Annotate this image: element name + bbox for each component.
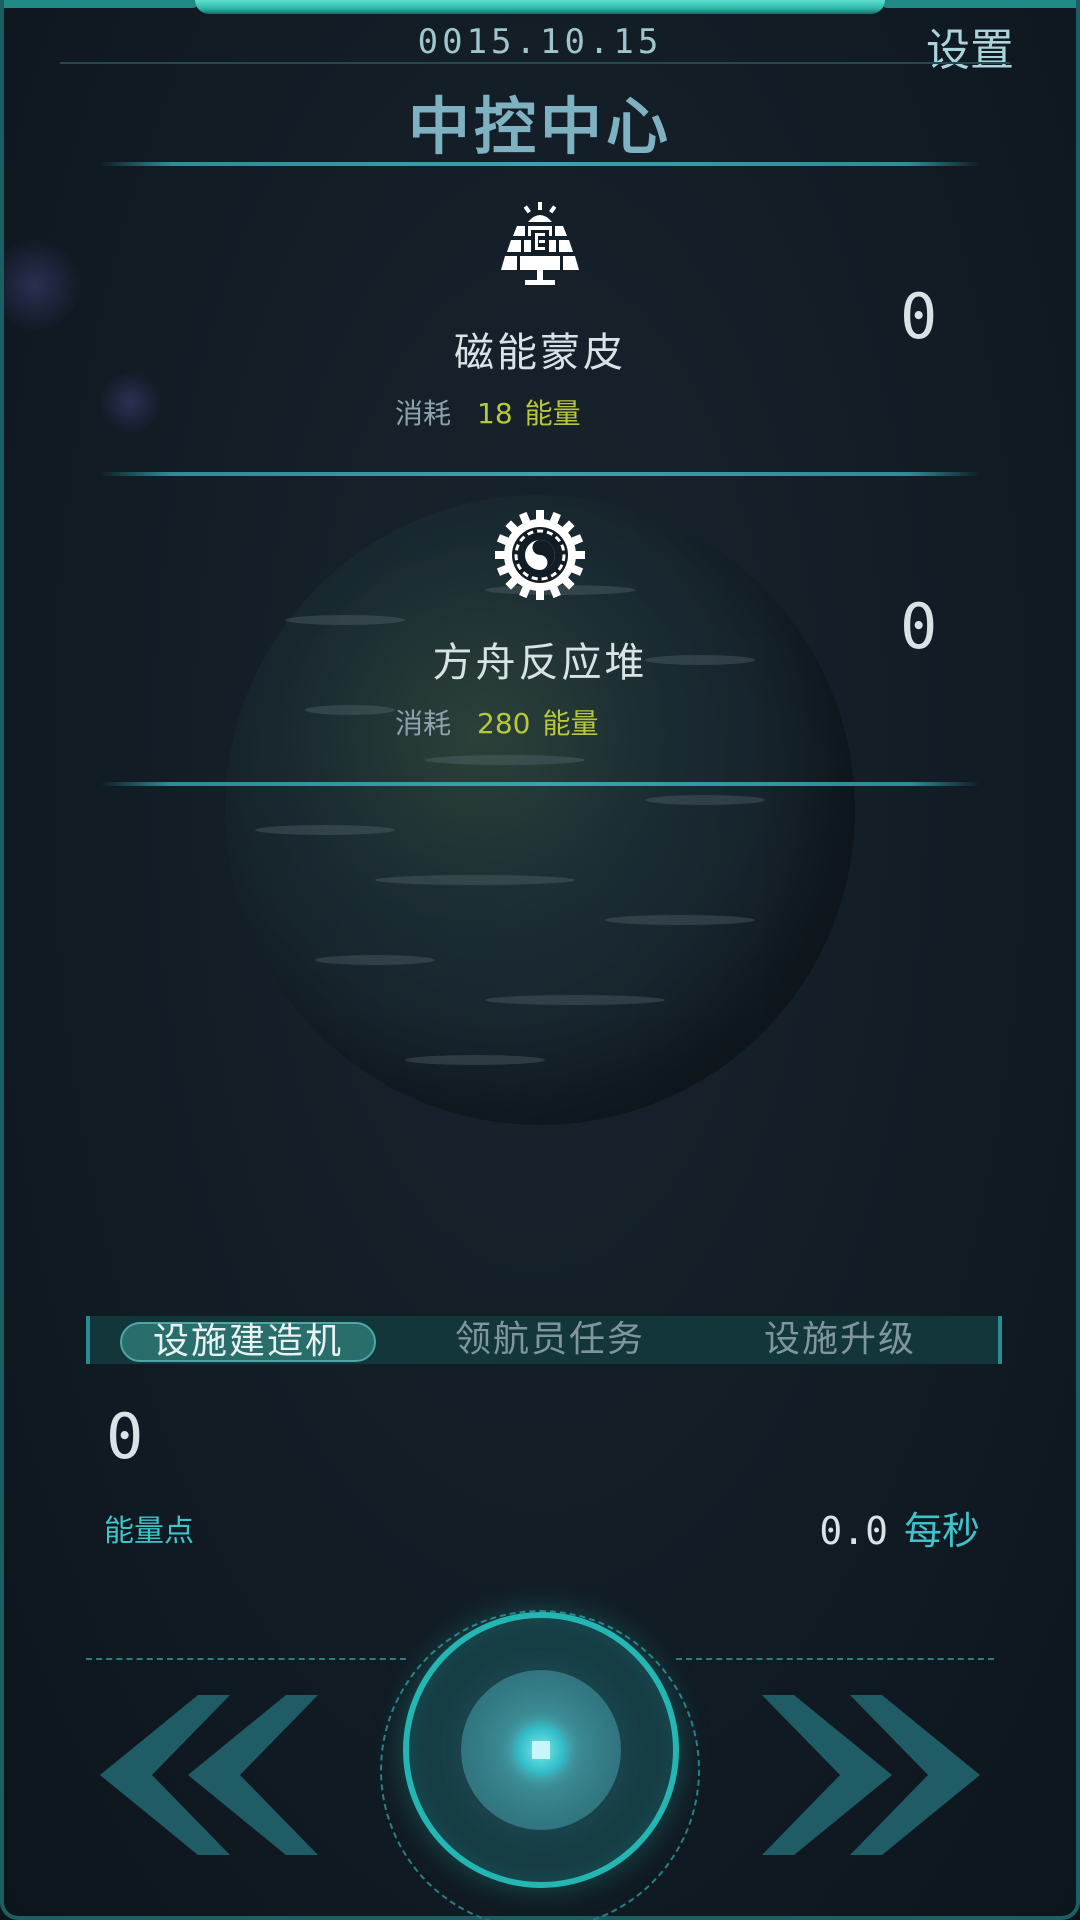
- game-screen: 0015.10.15 设置 中控中心 磁能蒙皮 消耗 18 能量 0 方舟反应堆…: [0, 0, 1080, 1920]
- stop-square: [532, 1741, 550, 1759]
- rate-unit: 每秒: [903, 1509, 980, 1553]
- facility-cost: 消耗 280 能量: [395, 702, 598, 742]
- tab-bar: 设施建造机 领航员任务 设施升级: [86, 1316, 1002, 1364]
- facility-count: 0: [900, 590, 938, 663]
- dashed-line-right: [676, 1658, 994, 1660]
- energy-label: 能量点: [104, 1514, 194, 1549]
- facility-count: 0: [900, 280, 938, 353]
- energy-rate: 0.0 每秒: [819, 1500, 980, 1555]
- cost-value: 18: [477, 397, 513, 430]
- facility-cost: 消耗 18 能量: [395, 392, 581, 432]
- game-date: 0015.10.15: [417, 22, 663, 62]
- rate-value: 0.0: [819, 1509, 888, 1553]
- frame-top-bar: [195, 0, 885, 14]
- tab-facility-builder[interactable]: 设施建造机: [120, 1322, 376, 1362]
- tab-facility-upgrade[interactable]: 设施升级: [730, 1316, 950, 1364]
- cost-label: 消耗: [395, 707, 452, 740]
- facility-card-magnetic-skin[interactable]: 磁能蒙皮 消耗 18 能量 0: [0, 200, 1080, 500]
- dashed-line-left: [86, 1658, 406, 1660]
- frame-corner-left: [0, 0, 200, 8]
- energy-value: 0: [106, 1400, 144, 1473]
- main-action-button[interactable]: [403, 1612, 679, 1888]
- stop-button-icon: [516, 1725, 566, 1775]
- main-button-inner-ring: [461, 1670, 621, 1830]
- divider: [100, 782, 980, 786]
- cost-unit: 能量: [524, 397, 581, 430]
- tab-navigator-missions[interactable]: 领航员任务: [430, 1316, 670, 1364]
- divider: [100, 162, 980, 166]
- gear-reactor-icon: [495, 510, 585, 600]
- cost-label: 消耗: [395, 397, 452, 430]
- double-chevron-left-icon[interactable]: [100, 1695, 320, 1855]
- settings-button[interactable]: 设置: [926, 14, 1014, 78]
- divider: [100, 472, 980, 476]
- header-divider: [60, 62, 1010, 64]
- facility-card-ark-reactor[interactable]: 方舟反应堆 消耗 280 能量 0: [0, 510, 1080, 810]
- cost-value: 280: [477, 707, 531, 740]
- frame-corner-right: [880, 0, 1080, 8]
- solar-panel-icon: [501, 202, 579, 285]
- cost-unit: 能量: [542, 707, 599, 740]
- double-chevron-right-icon[interactable]: [760, 1695, 980, 1855]
- page-title: 中控中心: [407, 90, 672, 163]
